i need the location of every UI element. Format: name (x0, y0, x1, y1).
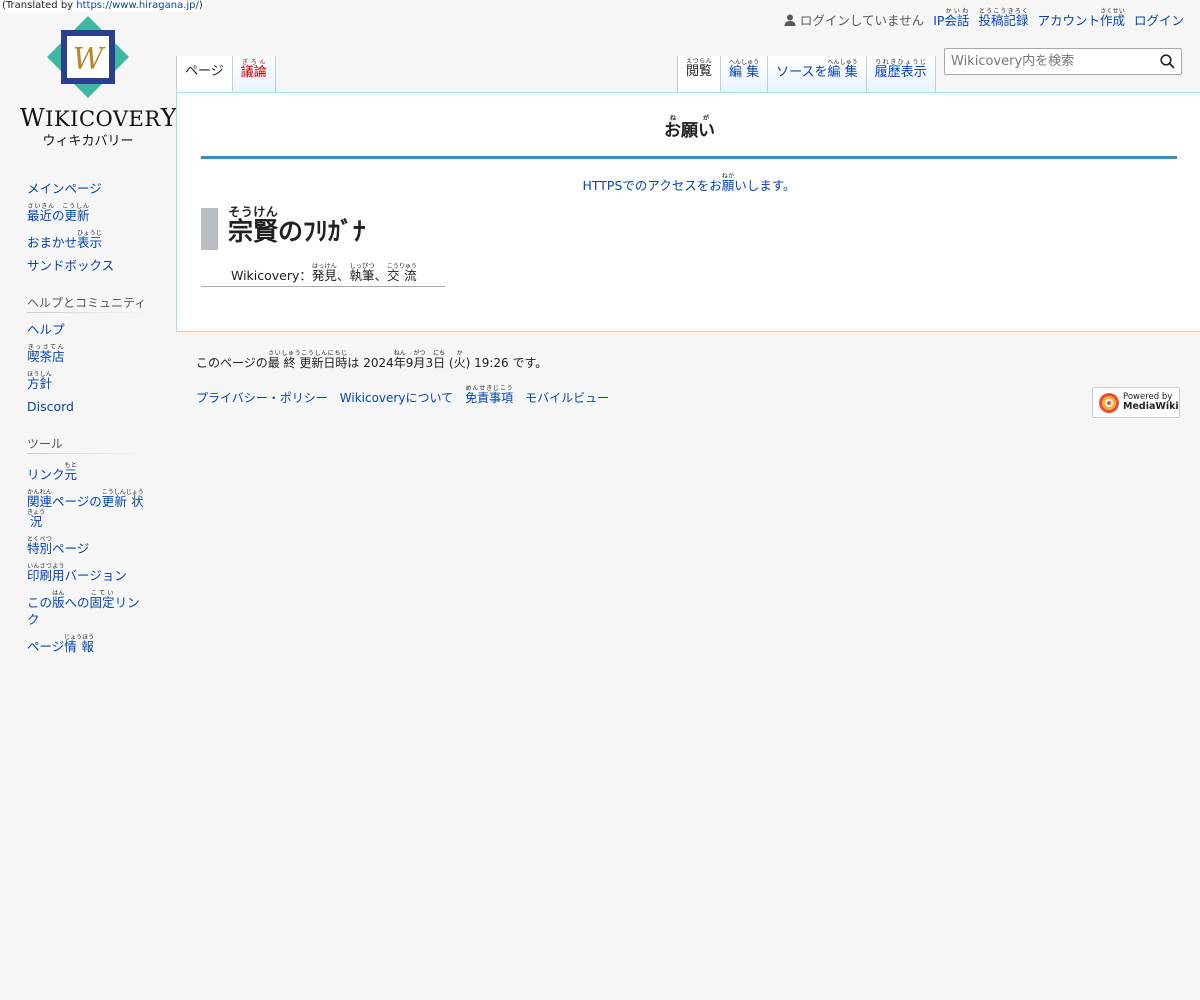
community-heading: ヘルプとコミュニティ (27, 294, 149, 313)
https-notice-link[interactable]: HTTPSでのアクセスをお願ねがいします。 (582, 174, 795, 194)
sidebar-item-discord[interactable]: Discord (27, 398, 149, 415)
search-icon[interactable] (1160, 54, 1175, 69)
translated-by-banner: (Translated by https://www.hiragana.jp/) (0, 0, 205, 12)
powered-by-text: Powered by MediaWiki (1123, 392, 1179, 412)
search-box (944, 48, 1182, 75)
sidebar-item-main-page[interactable]: メインページ (27, 180, 149, 197)
sidebar-item-page-info[interactable]: ページ情 報じょうほう (27, 634, 149, 655)
site-tagline: Wikicovery：発見はっけん、執筆しっぴつ、交 流こうりゅう (201, 263, 445, 287)
sidebar-item-recent-changes[interactable]: 最近の更新さいきん こうしん (27, 203, 149, 224)
sidebar-item-printable[interactable]: 印刷用いんさつようバージョン (27, 563, 149, 584)
sidebar-item-sandbox[interactable]: サンドボックス (27, 257, 149, 274)
main-content: お願いねが HTTPSでのアクセスをお願ねがいします。 宗賢そうけんのﾌﾘｶﾞﾅ… (176, 92, 1200, 332)
tools-heading: ツール (27, 435, 149, 454)
mobile-view-link[interactable]: モバイルビュー (525, 389, 609, 406)
logo-wordmark: WIKICOVERY (20, 104, 178, 132)
sidebar-item-related-changes[interactable]: 関連かんれんページの更新 状況こうしんじょうきょう (27, 489, 149, 530)
not-logged-in: ログインしていません (784, 10, 924, 29)
svg-text:W: W (73, 42, 106, 77)
login-link[interactable]: ログイン (1134, 10, 1184, 29)
page-title: 宗賢そうけんのﾌﾘｶﾞﾅ (228, 205, 366, 246)
hiragana-link[interactable]: https://www.hiragana.jp/ (76, 0, 199, 11)
sidebar-item-help[interactable]: ヘルプ (27, 321, 149, 338)
tab-read[interactable]: 閲覧えつらん (677, 56, 722, 92)
ip-talk-link[interactable]: IP会話かいわ (933, 8, 969, 29)
sidebar-item-what-links-here[interactable]: リンク元もと (27, 462, 149, 483)
wikicovery-logo-icon: W (47, 16, 129, 98)
tab-history[interactable]: 履歴表示りれきひょうじ (866, 56, 936, 92)
about-link[interactable]: Wikicoveryについて (340, 389, 453, 406)
search-input[interactable] (945, 49, 1157, 74)
notice-title: お願いねが (664, 115, 715, 142)
sidebar-item-special-pages[interactable]: 特別とくべつページ (27, 536, 149, 557)
sidebar-item-policy[interactable]: 方針ほうしん (27, 371, 149, 392)
sidebar-item-permalink[interactable]: この版はんへの固定こていリンク (27, 590, 149, 628)
sidebar-item-cafe[interactable]: 喫茶店きっさてん (27, 344, 149, 365)
tab-edit-source[interactable]: ソースを編 集へんしゅう (768, 56, 867, 92)
tab-page[interactable]: ページ (176, 56, 233, 92)
footer: このページの最 終 更新日時さいしゅうこうしんにちじは 2024年ねん9月がつ3… (196, 350, 1186, 418)
mediawiki-flower-icon (1099, 392, 1119, 413)
powered-by-mediawiki-badge[interactable]: Powered by MediaWiki (1092, 387, 1180, 418)
view-tabs: 閲覧えつらん 編 集へんしゅう ソースを編 集へんしゅう 履歴表示りれきひょうじ (677, 44, 936, 92)
sidebar-item-random[interactable]: おまかせ表示ひょうじ (27, 230, 149, 251)
disclaimer-link[interactable]: 免責事項めんせきじこう (465, 385, 513, 406)
tab-talk[interactable]: 議論ぎろん (232, 56, 276, 92)
logo-subtitle: ウィキカバリー (42, 134, 134, 149)
user-icon (784, 14, 796, 26)
footer-links: プライバシー・ポリシー Wikicoveryについて 免責事項めんせきじこう モ… (196, 385, 1186, 406)
sidebar: メインページ 最近の更新さいきん こうしん おまかせ表示ひょうじ サンドボックス… (27, 180, 149, 661)
namespace-tabs: ページ 議論ぎろん (176, 44, 276, 92)
tab-edit[interactable]: 編 集へんしゅう (721, 56, 769, 92)
https-notice: HTTPSでのアクセスをお願ねがいします。 (201, 173, 1177, 194)
privacy-link[interactable]: プライバシー・ポリシー (196, 389, 328, 406)
personal-tools: ログインしていません IP会話かいわ 投稿記録とうこうきろく アカウント作成さく… (784, 8, 1184, 29)
heading-bar (201, 208, 218, 250)
page-heading: 宗賢そうけんのﾌﾘｶﾞﾅ (201, 205, 366, 250)
last-modified: このページの最 終 更新日時さいしゅうこうしんにちじは 2024年ねん9月がつ3… (196, 350, 548, 371)
create-account-link[interactable]: アカウント作成さくせい (1037, 8, 1125, 29)
notice-divider (201, 156, 1177, 159)
site-logo[interactable]: W WIKICOVERY ウィキカバリー (20, 14, 178, 149)
contributions-link[interactable]: 投稿記録とうこうきろく (978, 8, 1028, 29)
